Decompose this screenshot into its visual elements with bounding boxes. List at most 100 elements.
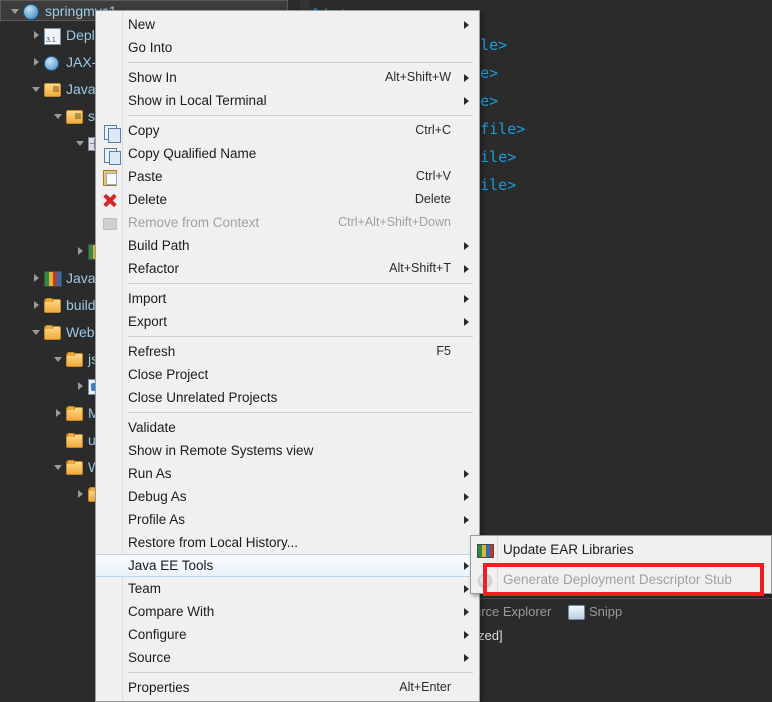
menu-item-show-in-remote-systems-view[interactable]: Show in Remote Systems view <box>96 439 479 462</box>
spacer-icon <box>54 435 64 445</box>
chevron-right-icon[interactable] <box>32 57 42 67</box>
spacer-icon <box>459 195 469 205</box>
menu-item-label: Source <box>128 650 171 665</box>
chevron-down-icon[interactable] <box>11 6 21 16</box>
project-context-menu[interactable]: New Go Into Show In Alt+Shift+W Show in Loca… <box>95 10 480 702</box>
menu-item-label: Run As <box>128 466 172 481</box>
chevron-right-icon[interactable] <box>32 273 42 283</box>
menu-item-refactor[interactable]: Refactor Alt+Shift+T <box>96 257 479 280</box>
menu-item-label: Properties <box>128 680 190 695</box>
bottom-tab-snipp[interactable]: Snipp <box>562 599 628 624</box>
menu-item-import[interactable]: Import <box>96 287 479 310</box>
menu-item-restore-from-local-history[interactable]: Restore from Local History... <box>96 531 479 554</box>
bottom-tab-label: Snipp <box>589 604 623 619</box>
folder-icon <box>66 432 83 449</box>
menu-item-close-unrelated-projects[interactable]: Close Unrelated Projects <box>96 386 479 409</box>
menu-item-debug-as[interactable]: Debug As <box>96 485 479 508</box>
chevron-down-icon[interactable] <box>76 138 86 148</box>
spacer-icon <box>459 423 469 433</box>
menu-item-new[interactable]: New <box>96 13 479 36</box>
menu-item-refresh[interactable]: Refresh F5 <box>96 340 479 363</box>
menu-item-label: Show in Local Terminal <box>128 93 267 108</box>
submenu-arrow-icon <box>459 96 469 106</box>
menu-item-label: Profile As <box>128 512 186 527</box>
menu-item-profile-as[interactable]: Profile As <box>96 508 479 531</box>
menu-item-go-into[interactable]: Go Into <box>96 36 479 59</box>
menu-item-label: Configure <box>128 627 187 642</box>
menu-item-shortcut: Ctrl+V <box>415 169 451 183</box>
chevron-down-icon[interactable] <box>54 354 64 364</box>
ear-libraries-icon <box>476 542 494 558</box>
spacer-icon <box>459 683 469 693</box>
menu-item-close-project[interactable]: Close Project <box>96 363 479 386</box>
chevron-down-icon[interactable] <box>32 84 42 94</box>
menu-item-copy-qualified-name[interactable]: Copy Qualified Name <box>96 142 479 165</box>
chevron-right-icon[interactable] <box>32 300 42 310</box>
folder-icon <box>66 459 83 476</box>
submenu-arrow-icon <box>459 20 469 30</box>
chevron-right-icon[interactable] <box>76 246 86 256</box>
menu-item-validate[interactable]: Validate <box>96 416 479 439</box>
submenu-arrow-icon <box>459 317 469 327</box>
menu-item-team[interactable]: Team <box>96 577 479 600</box>
chevron-down-icon[interactable] <box>54 111 64 121</box>
copy-icon <box>101 123 121 143</box>
generate-descriptor-icon <box>476 572 492 588</box>
menu-item-label: Import <box>128 291 167 306</box>
spacer-icon <box>459 172 469 182</box>
menu-item-build-path[interactable]: Build Path <box>96 234 479 257</box>
submenu-arrow-icon <box>459 584 469 594</box>
submenu-item-label: Update EAR Libraries <box>503 542 634 557</box>
menu-item-properties[interactable]: Properties Alt+Enter <box>96 676 479 699</box>
snippets-icon <box>568 605 585 621</box>
menu-item-export[interactable]: Export <box>96 310 479 333</box>
submenu-arrow-icon <box>459 241 469 251</box>
menu-item-show-in-local-terminal[interactable]: Show in Local Terminal <box>96 89 479 112</box>
menu-item-shortcut: Ctrl+Alt+Shift+Down <box>338 215 451 229</box>
chevron-down-icon[interactable] <box>32 327 42 337</box>
folder-icon <box>66 351 83 368</box>
menu-separator <box>503 564 765 565</box>
menu-separator <box>128 412 473 413</box>
jaxws-icon <box>44 54 61 72</box>
copy-qualified-name-icon <box>101 146 121 165</box>
chevron-right-icon[interactable] <box>76 489 86 499</box>
submenu-item-update-ear-libraries[interactable]: Update EAR Libraries <box>471 538 771 561</box>
submenu-arrow-icon <box>459 492 469 502</box>
menu-item-label: Refresh <box>128 344 176 359</box>
menu-item-label: Build Path <box>128 238 190 253</box>
folder-icon <box>44 297 61 314</box>
menu-item-label: Show in Remote Systems view <box>128 443 314 458</box>
paste-icon <box>101 169 117 186</box>
menu-item-label: Copy <box>128 123 160 138</box>
menu-item-shortcut: F5 <box>436 344 451 358</box>
menu-item-source[interactable]: Source <box>96 646 479 669</box>
chevron-right-icon[interactable] <box>32 30 42 40</box>
menu-item-label: Restore from Local History... <box>128 535 299 550</box>
menu-item-show-in[interactable]: Show In Alt+Shift+W <box>96 66 479 89</box>
chevron-right-icon[interactable] <box>54 408 64 418</box>
menu-item-paste[interactable]: Paste Ctrl+V <box>96 165 479 188</box>
java-ee-tools-submenu[interactable]: Update EAR Libraries Generate Deployment … <box>470 535 772 594</box>
tree-item-label: build <box>66 296 96 313</box>
menu-item-delete[interactable]: Delete Delete <box>96 188 479 211</box>
libraries-icon <box>44 270 62 288</box>
spacer-icon <box>459 43 469 53</box>
menu-item-label: Show In <box>128 70 177 85</box>
submenu-arrow-icon <box>459 469 469 479</box>
menu-item-run-as[interactable]: Run As <box>96 462 479 485</box>
submenu-arrow-icon <box>459 653 469 663</box>
submenu-arrow-icon <box>459 294 469 304</box>
menu-item-configure[interactable]: Configure <box>96 623 479 646</box>
chevron-down-icon[interactable] <box>54 462 64 472</box>
chevron-right-icon[interactable] <box>76 381 86 391</box>
menu-item-compare-with[interactable]: Compare With <box>96 600 479 623</box>
source-folder-icon <box>66 108 83 125</box>
menu-item-java-ee-tools[interactable]: Java EE Tools <box>96 554 479 577</box>
menu-item-shortcut: Alt+Shift+W <box>385 70 451 84</box>
menu-item-label: Validate <box>128 420 176 435</box>
menu-item-label: Team <box>128 581 162 596</box>
menu-item-copy[interactable]: Copy Ctrl+C <box>96 119 479 143</box>
menu-item-label: Paste <box>128 169 163 184</box>
menu-item-label: Close Project <box>128 367 209 382</box>
